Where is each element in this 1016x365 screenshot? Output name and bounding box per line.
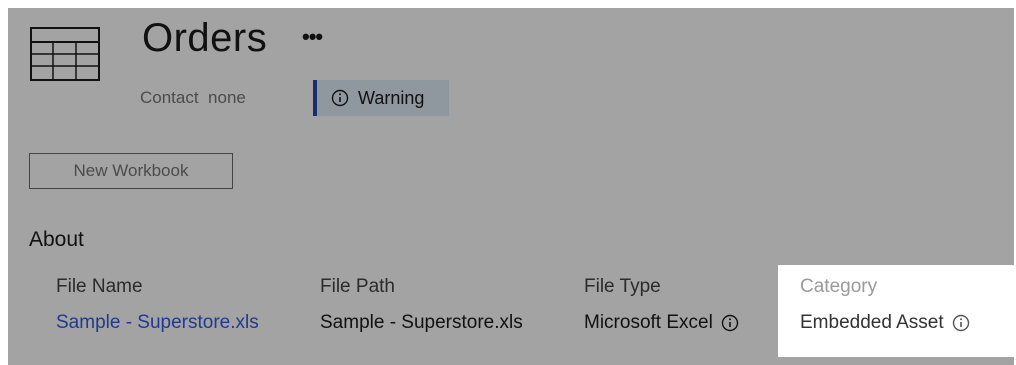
- more-actions-button[interactable]: •••: [302, 24, 323, 50]
- file-name-value[interactable]: Sample - Superstore.xls: [56, 312, 259, 334]
- info-icon: [331, 89, 349, 107]
- contact-info: Contact none: [140, 88, 246, 108]
- file-name-link[interactable]: Sample - Superstore.xls: [56, 312, 259, 334]
- file-type-value-cell: Microsoft Excel: [584, 312, 739, 334]
- contact-value: none: [208, 88, 246, 107]
- column-header-file-name: File Name: [56, 276, 143, 297]
- page-title: Orders: [142, 16, 268, 60]
- column-header-file-path: File Path: [320, 276, 395, 297]
- column-header-file-type: File Type: [584, 276, 661, 297]
- warning-badge[interactable]: Warning: [313, 80, 449, 116]
- contact-label: Contact: [140, 88, 199, 107]
- column-header-category: Category: [800, 276, 878, 297]
- about-heading: About: [29, 228, 84, 251]
- category-value-cell: Embedded Asset: [800, 312, 970, 334]
- table-icon: [30, 27, 100, 81]
- new-workbook-button[interactable]: New Workbook: [29, 153, 233, 189]
- file-path-value: Sample - Superstore.xls: [320, 312, 523, 333]
- file-type-info-icon[interactable]: [721, 314, 739, 332]
- category-info-icon[interactable]: [952, 314, 970, 332]
- file-type-value: Microsoft Excel: [584, 312, 713, 333]
- file-path-value-cell: Sample - Superstore.xls: [320, 312, 523, 334]
- warning-label: Warning: [358, 87, 425, 108]
- category-value: Embedded Asset: [800, 312, 944, 333]
